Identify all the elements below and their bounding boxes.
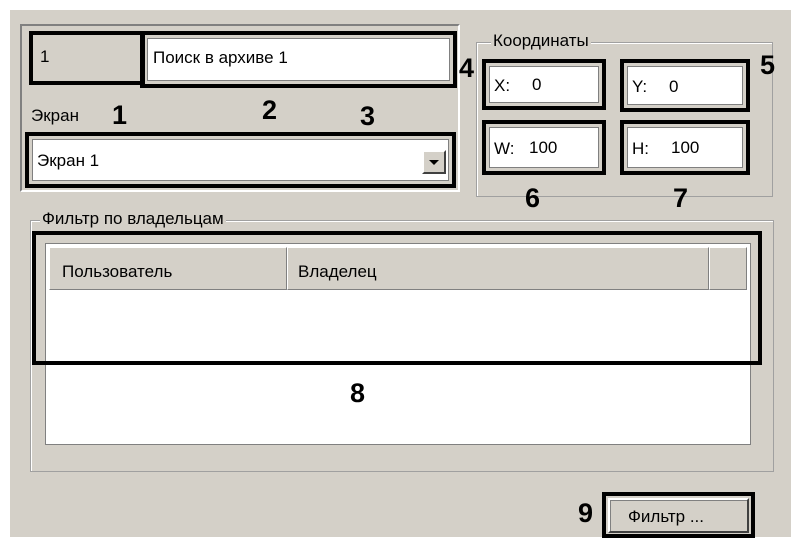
chevron-down-icon	[429, 160, 439, 165]
screen-select-value: Экран 1	[37, 151, 100, 170]
callout-number-5: 5	[760, 50, 776, 80]
object-id-field[interactable]: 1	[36, 38, 138, 78]
screen-select-arrow-button[interactable]	[422, 150, 446, 174]
callout-owners-table	[32, 231, 762, 365]
screen-select[interactable]: Экран 1	[32, 139, 449, 181]
x-label: X:	[494, 76, 511, 95]
callout-number-7: 7	[673, 183, 689, 213]
coordinates-group-title: Координаты	[491, 31, 591, 51]
y-label: Y:	[632, 77, 648, 96]
callout-number-2: 2	[262, 95, 278, 125]
object-name-input[interactable]: Поиск в архиве 1	[147, 38, 450, 81]
w-value: 100	[529, 138, 558, 157]
y-input[interactable]: Y: 0	[627, 66, 743, 105]
object-name-value: Поиск в архиве 1	[153, 48, 288, 67]
owner-filter-group-title: Фильтр по владельцам	[40, 209, 226, 229]
h-label: H:	[632, 139, 649, 158]
x-value: 0	[532, 75, 542, 94]
h-value: 100	[671, 138, 700, 157]
w-input[interactable]: W: 100	[489, 127, 599, 168]
screen-label: Экран	[31, 106, 79, 125]
x-input[interactable]: X: 0	[489, 66, 599, 103]
settings-panel: 1 Поиск в архиве 1 Экран 1 2 3 Экран 1 К…	[10, 10, 791, 538]
filter-button-label: Фильтр ...	[628, 507, 705, 526]
object-id-value: 1	[40, 47, 50, 66]
y-value: 0	[669, 77, 679, 96]
h-input[interactable]: H: 100	[627, 127, 743, 168]
callout-number-9: 9	[578, 498, 594, 528]
callout-number-8: 8	[350, 378, 366, 408]
callout-number-6: 6	[525, 183, 541, 213]
filter-button[interactable]: Фильтр ...	[608, 498, 749, 533]
callout-number-1: 1	[112, 100, 128, 130]
w-label: W:	[494, 139, 515, 158]
callout-number-4: 4	[459, 53, 475, 83]
callout-number-3: 3	[360, 101, 376, 131]
